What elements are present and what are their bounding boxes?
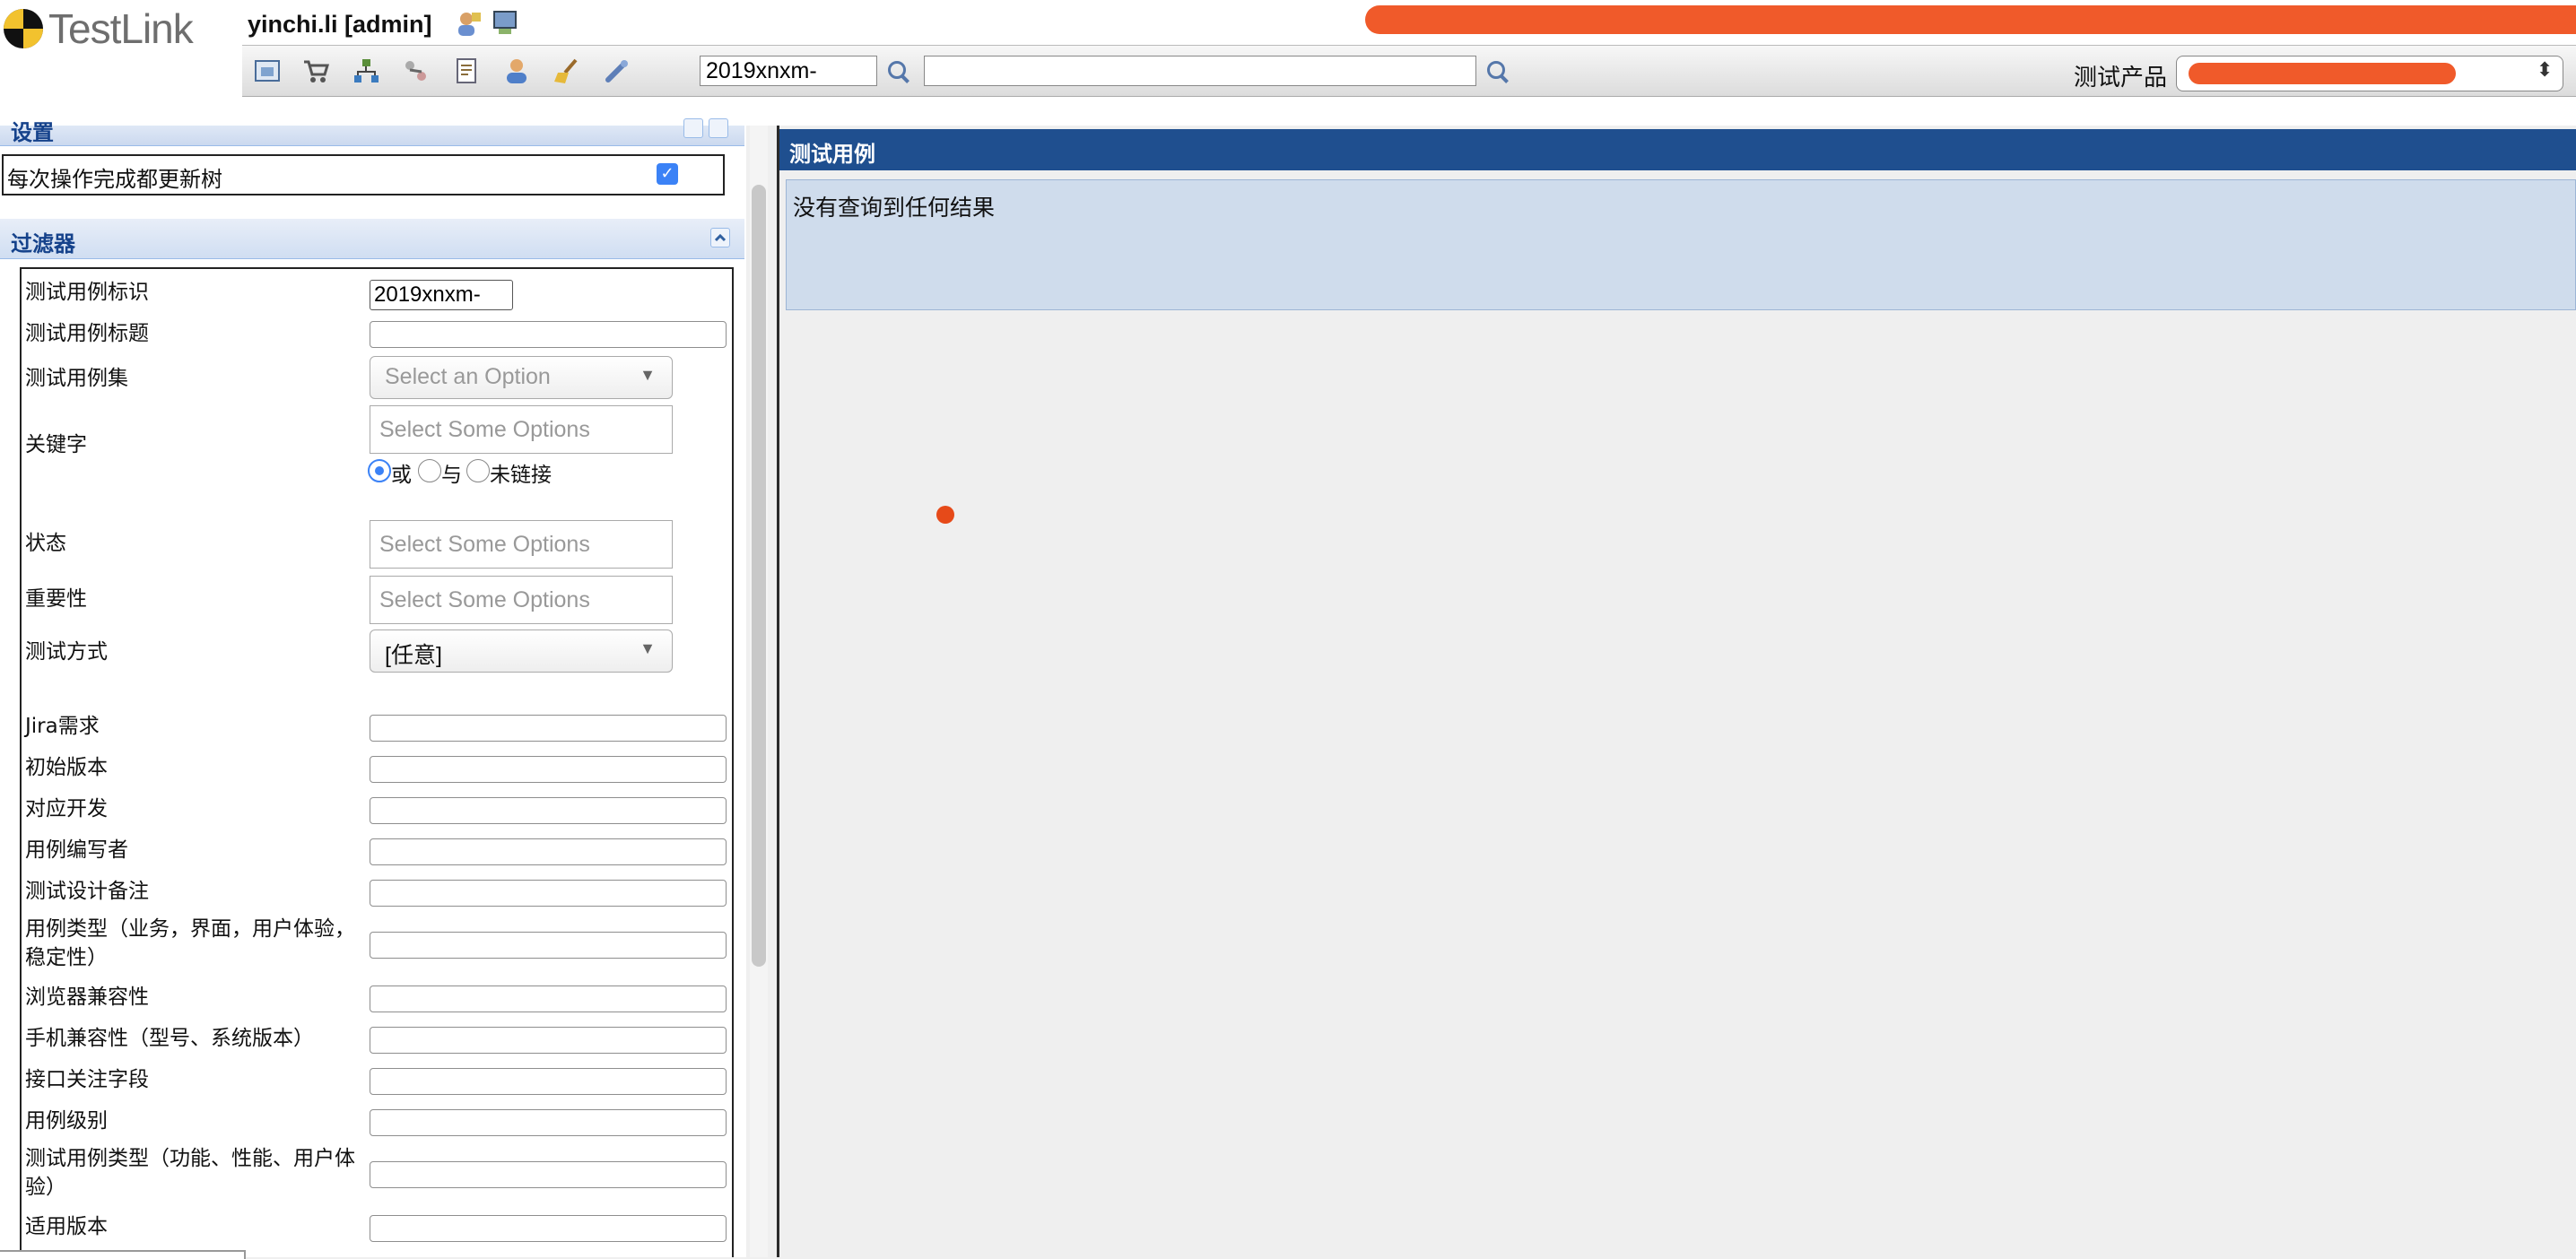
tc-suite-placeholder: Select an Option <box>385 364 551 389</box>
document-icon[interactable] <box>452 56 481 85</box>
keyword-unlinked-radio[interactable] <box>466 459 490 482</box>
keyword-label: 关键字 <box>25 433 87 456</box>
exec-type-select[interactable]: [任意] ▼ <box>370 630 673 673</box>
logo-icon <box>4 9 43 48</box>
testcase-header <box>779 129 2576 170</box>
tc-type-input[interactable] <box>370 1161 727 1188</box>
key-icon[interactable] <box>603 56 631 85</box>
testlink-logo[interactable]: TestLink <box>4 2 194 56</box>
keyword-placeholder: Select Some Options <box>379 417 590 442</box>
left-scrollbar-thumb[interactable] <box>752 185 766 967</box>
keyword-select[interactable]: Select Some Options <box>370 405 673 454</box>
search-icon[interactable] <box>1487 61 1505 79</box>
cursor-dot-icon <box>936 506 954 524</box>
mobile-input[interactable] <box>370 1027 727 1054</box>
tc-suite-select[interactable]: Select an Option ▼ <box>370 356 673 399</box>
testcase-id-quick-input[interactable] <box>700 56 877 86</box>
update-tree-label: 每次操作完成都更新树 <box>7 167 222 192</box>
keyword-unlinked-label: 未链接 <box>490 464 552 487</box>
collapse-icon[interactable] <box>683 118 703 138</box>
exec-type-label: 测试方式 <box>25 640 108 664</box>
exec-type-value: [任意] <box>385 643 442 668</box>
status-placeholder: Select Some Options <box>379 532 590 557</box>
design-note-label: 测试设计备注 <box>25 880 149 903</box>
developer-label: 对应开发 <box>25 797 108 821</box>
user-settings-icon[interactable] <box>454 9 483 38</box>
api-field-label: 接口关注字段 <box>25 1068 149 1091</box>
keyword-or-radio[interactable] <box>368 459 391 482</box>
developer-input[interactable] <box>370 797 727 824</box>
browser-label: 浏览器兼容性 <box>25 985 149 1009</box>
tc-suite-label: 测试用例集 <box>25 367 128 390</box>
testcase-title: 测试用例 <box>789 142 875 167</box>
broom-icon[interactable] <box>553 56 581 85</box>
design-note-input[interactable] <box>370 880 727 907</box>
keyword-or-label: 或 <box>391 464 412 487</box>
keyword-and-label: 与 <box>441 464 462 487</box>
api-field-input[interactable] <box>370 1068 727 1095</box>
tc-title-label: 测试用例标题 <box>25 322 149 345</box>
author-label: 用例编写者 <box>25 838 128 862</box>
home-icon[interactable] <box>253 56 282 85</box>
case-level-label: 用例级别 <box>25 1109 108 1133</box>
mobile-label: 手机兼容性（型号、系统版本） <box>25 1027 314 1050</box>
search-tc-icon[interactable] <box>888 61 906 79</box>
status-select[interactable]: Select Some Options <box>370 520 673 569</box>
filter-header <box>0 219 744 259</box>
tc-id-label: 测试用例标识 <box>25 281 149 304</box>
search-text-input[interactable] <box>924 56 1476 86</box>
jira-label: Jira需求 <box>25 715 100 738</box>
importance-select[interactable]: Select Some Options <box>370 576 673 624</box>
user-icon[interactable] <box>502 56 531 85</box>
logout-icon[interactable] <box>492 9 520 38</box>
tc-type-label: 测试用例类型（功能、性能、用户体验） <box>25 1147 355 1199</box>
select-arrows-icon: ⬍ <box>2537 59 2554 82</box>
dropdown-arrow-icon: ▼ <box>640 366 656 384</box>
initial-version-input[interactable] <box>370 756 727 783</box>
redacted-info-bar <box>1365 5 2576 34</box>
user-label: yinchi.li [admin] <box>248 11 432 38</box>
settings-title: 设置 <box>11 120 54 145</box>
keyword-and-radio[interactable] <box>418 459 441 482</box>
initial-version-label: 初始版本 <box>25 756 108 779</box>
jira-input[interactable] <box>370 715 727 742</box>
no-results-text: 没有查询到任何结果 <box>793 195 996 221</box>
workflow-icon[interactable] <box>402 56 431 85</box>
case-level-input[interactable] <box>370 1109 727 1136</box>
tc-title-input[interactable] <box>370 321 727 348</box>
settings-header <box>0 126 744 146</box>
redacted-product-name <box>2189 63 2456 84</box>
applicable-version-label: 适用版本 <box>25 1215 108 1238</box>
cart-icon[interactable] <box>301 56 330 85</box>
logo-text: TestLink <box>48 5 194 52</box>
case-type-input[interactable] <box>370 932 727 959</box>
collapse-filter-icon[interactable] <box>710 228 730 247</box>
browser-input[interactable] <box>370 985 727 1012</box>
case-type-label: 用例类型（业务，界面，用户体验，稳定性） <box>25 917 355 969</box>
tc-id-input[interactable] <box>370 280 513 310</box>
importance-placeholder: Select Some Options <box>379 587 590 612</box>
status-label: 状态 <box>25 532 66 555</box>
help-icon[interactable] <box>709 118 728 138</box>
product-label: 测试产品 <box>2074 65 2168 91</box>
importance-label: 重要性 <box>25 587 87 611</box>
author-input[interactable] <box>370 838 727 865</box>
result-box <box>786 179 2576 310</box>
filter-title: 过滤器 <box>11 231 75 256</box>
tree-icon[interactable] <box>352 56 380 85</box>
bottom-tab <box>0 1250 246 1259</box>
update-tree-checkbox[interactable]: ✓ <box>657 163 678 185</box>
applicable-version-input[interactable] <box>370 1215 727 1242</box>
dropdown-arrow-icon: ▼ <box>640 639 656 657</box>
